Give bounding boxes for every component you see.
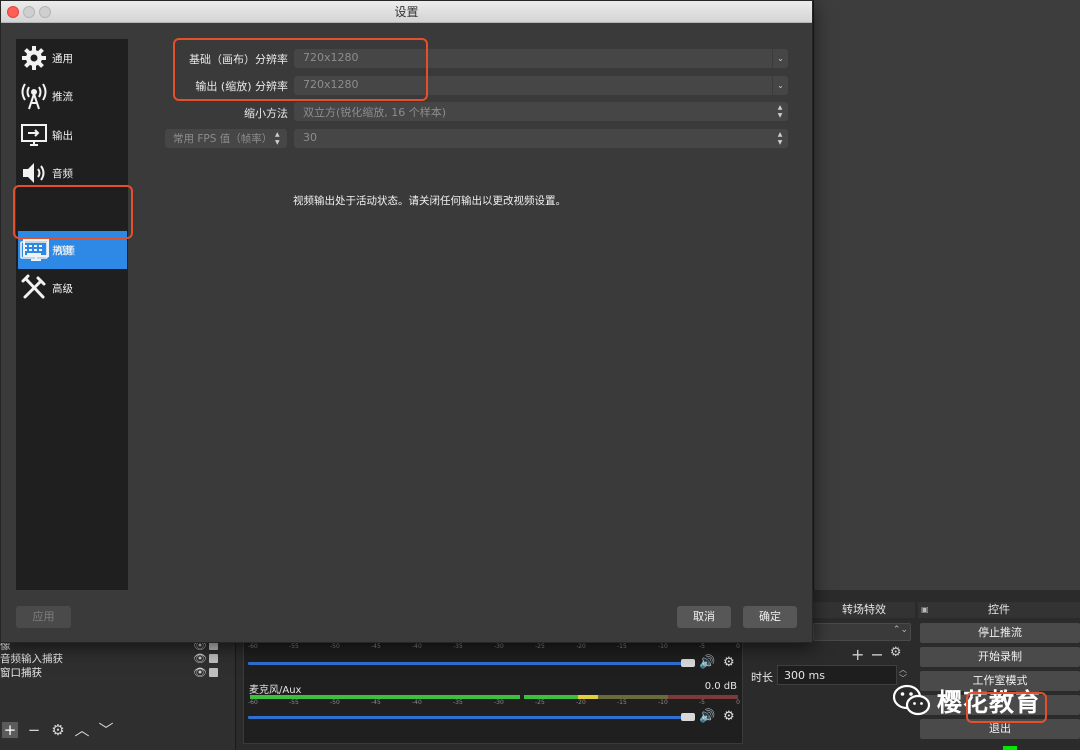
fps-value-select[interactable]: 30 ▲ ▼ [294, 129, 788, 148]
source-settings-gear-icon[interactable]: ⚙ [50, 722, 66, 738]
titlebar: 设置 [1, 1, 812, 23]
track-name: 麦克风/Aux [249, 685, 302, 696]
broadcast-antenna-icon [20, 82, 48, 110]
volume-slider-handle[interactable] [681, 659, 695, 667]
downscale-filter-select[interactable]: 双立方(锐化缩放, 16 个样本) ▲ ▼ [294, 102, 788, 121]
spin-arrows-icon: ▲ ▼ [777, 131, 783, 146]
speaker-icon[interactable]: 🔊 [699, 709, 715, 724]
eye-icon[interactable]: 👁 [193, 652, 207, 665]
move-down-icon[interactable]: ﹀ [98, 722, 114, 738]
lock-icon[interactable] [209, 653, 218, 663]
keyboard-icon [20, 236, 48, 264]
move-up-icon[interactable]: ︿ [74, 722, 90, 738]
close-window-button[interactable] [7, 6, 19, 18]
sidebar-item-label: 高级 [52, 282, 73, 295]
mixer-scale-1: -60 -55 -50 -45 -40 -35 -30 -25 -20 -15 -10 -5 0 [248, 643, 740, 650]
annotation-box-video [13, 185, 133, 239]
gear-icon [20, 44, 48, 72]
source-label: 音频输入捕获 [0, 652, 63, 665]
start-record-button[interactable]: 开始录制 [920, 647, 1080, 667]
chevron-down-icon: ⌄ [772, 49, 788, 68]
remove-transition-icon[interactable]: − [870, 645, 883, 664]
apply-button[interactable]: 应用 [16, 606, 71, 628]
audio-mixer: -60 -55 -50 -45 -40 -35 -30 -25 -20 -15 -10 -5 0 🔊 ⚙… [243, 640, 743, 744]
spin-arrows-icon: ⌃⌄ [892, 625, 908, 635]
volume-slider-handle[interactable] [681, 713, 695, 721]
ok-button[interactable]: 确定 [743, 606, 797, 628]
gear-icon[interactable]: ⚙ [723, 655, 735, 670]
duration-spin-icon[interactable]: ︿ ﹀ [899, 665, 913, 683]
status-indicator [1003, 746, 1017, 750]
sidebar-item-stream[interactable]: 推流 [16, 77, 128, 115]
transition-tools: + − ⚙ [851, 645, 901, 664]
sources-toolbar: + − ⚙ ︿ ﹀ [0, 718, 236, 742]
gear-icon[interactable]: ⚙ [723, 709, 735, 724]
duration-input[interactable]: 300 ms [777, 665, 897, 685]
eye-icon[interactable]: 👁 [193, 666, 207, 679]
settings-sidebar: 通用 推流 输出 音频 视频 热键 高级 [16, 39, 128, 590]
mixer-scale-2: -60 -55 -50 -45 -40 -35 -30 -25 -20 -15 -10 -5 0 [248, 699, 740, 706]
video-active-notice: 视频输出处于活动状态。请关闭任何输出以更改视频设置。 [293, 195, 566, 207]
remove-source-icon[interactable]: − [26, 722, 42, 738]
speaker-icon [20, 159, 48, 187]
preview-area [813, 0, 1080, 590]
float-icon[interactable]: ▣ [921, 602, 929, 618]
source-label: 窗口捕获 [0, 666, 42, 679]
sidebar-item-label: 通用 [52, 52, 73, 65]
duration-label: 时长 [751, 671, 773, 684]
transition-select[interactable]: ⌃⌄ [813, 623, 911, 641]
sidebar-item-output[interactable]: 输出 [16, 116, 128, 154]
downscale-filter-label: 缩小方法 [244, 107, 288, 120]
annotation-box-settings [966, 692, 1047, 723]
sidebar-item-label: 输出 [52, 129, 73, 142]
tools-icon [20, 274, 48, 302]
track-db: 0.0 dB [704, 681, 737, 692]
minimize-window-button[interactable] [23, 6, 35, 18]
controls-header: ▣ 控件 [918, 602, 1080, 618]
stop-stream-button[interactable]: 停止推流 [920, 623, 1080, 643]
sidebar-item-general[interactable]: 通用 [16, 39, 128, 77]
dialog-title: 设置 [394, 5, 419, 19]
volume-slider[interactable] [248, 662, 694, 665]
chevron-down-icon: ⌄ [772, 76, 788, 95]
add-transition-icon[interactable]: + [851, 645, 864, 664]
speaker-icon[interactable]: 🔊 [699, 655, 715, 670]
annotation-box-resolution [173, 38, 428, 101]
sidebar-item-label: 音频 [52, 167, 73, 180]
maximize-window-button[interactable] [39, 6, 51, 18]
spin-arrows-icon: ▲ ▼ [275, 131, 280, 146]
source-item[interactable]: 音频输入捕获 👁 [0, 651, 236, 665]
spin-arrows-icon: ▲ ▼ [777, 104, 783, 119]
sidebar-item-label: 热键 [52, 244, 73, 257]
volume-slider[interactable] [248, 716, 694, 719]
output-monitor-icon [20, 121, 48, 149]
source-item[interactable]: 窗口捕获 👁 [0, 665, 236, 679]
sidebar-item-advanced[interactable]: 高级 [16, 269, 128, 307]
wechat-logo-icon [892, 684, 931, 718]
transition-gear-icon[interactable]: ⚙ [890, 645, 902, 664]
cancel-button[interactable]: 取消 [677, 606, 731, 628]
sidebar-item-label: 推流 [52, 90, 73, 103]
add-source-icon[interactable]: + [2, 722, 18, 738]
transitions-header: 转场特效 [813, 602, 915, 618]
lock-icon[interactable] [209, 667, 218, 677]
fps-type-select[interactable]: 常用 FPS 值（帧率） ▲ ▼ [165, 129, 287, 148]
